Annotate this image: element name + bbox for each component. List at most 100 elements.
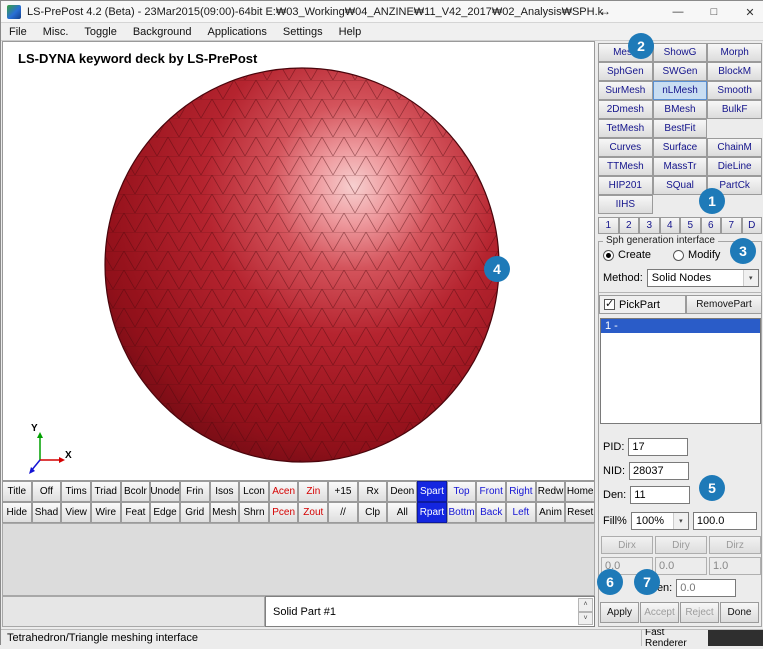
menu-misc[interactable]: Misc. [35,26,77,38]
create-radio[interactable] [603,249,614,261]
apply-button[interactable]: Apply [600,602,639,623]
tb-grid[interactable]: Grid [179,502,210,523]
fill-amount-field[interactable] [692,512,757,530]
tb-top[interactable]: Top [446,481,477,502]
maximize-button[interactable]: □ [706,6,722,18]
tb-anim[interactable]: Anim [535,502,566,523]
page-tab-d[interactable]: D [741,217,762,234]
mesh-btn-iihs[interactable]: IIHS [598,195,653,214]
den-field[interactable] [630,486,691,504]
tb-title[interactable]: Title [2,481,32,502]
tb-left[interactable]: Left [506,502,536,523]
mesh-btn-2dmesh[interactable]: 2Dmesh [598,100,653,119]
page-tab-7[interactable]: 7 [721,217,742,234]
diry-button[interactable]: Diry [655,536,707,554]
tb-bottm[interactable]: Bottm [446,502,477,523]
menu-file[interactable]: File [1,26,35,38]
mesh-btn-squal[interactable]: SQual [652,176,708,195]
mesh-btn-ttmesh[interactable]: TTMesh [598,157,653,176]
mesh-btn-hip201[interactable]: HIP201 [598,176,653,195]
tb-unode[interactable]: Unode [150,481,180,502]
tb-back[interactable]: Back [476,502,507,523]
mesh-btn-bestfit[interactable]: BestFit [652,119,708,138]
mesh-btn-swgen[interactable]: SWGen [652,62,708,81]
minimize-button[interactable]: — [670,6,686,18]
tb-wire[interactable]: Wire [90,502,121,523]
tb-isos[interactable]: Isos [209,481,240,502]
tb-triad[interactable]: Triad [90,481,121,502]
tb-frin[interactable]: Frin [179,481,210,502]
mesh-btn-curves[interactable]: Curves [598,138,653,157]
tb-clp[interactable]: Clp [357,502,388,523]
mesh-btn-surface[interactable]: Surface [652,138,708,157]
mesh-btn-smooth[interactable]: Smooth [707,81,762,100]
reject-button[interactable]: Reject [680,602,719,623]
mesh-btn-nlmesh[interactable]: nLMesh [652,81,708,100]
menu-settings[interactable]: Settings [275,26,331,38]
mesh-btn-surmesh[interactable]: SurMesh [598,81,653,100]
tb-plus15[interactable]: +15 [328,481,358,502]
tb-all[interactable]: All [387,502,418,523]
tb-edge[interactable]: Edge [150,502,180,523]
method-dropdown[interactable]: Solid Nodes ▾ [646,269,759,287]
pickpart-checkbox[interactable] [604,297,615,310]
dirz-field[interactable] [709,557,761,575]
done-button[interactable]: Done [720,602,759,623]
part-selector[interactable]: Solid Part #1 ˄ ˅ [265,596,595,627]
tb-home[interactable]: Home [565,481,595,502]
menu-help[interactable]: Help [331,26,370,38]
pid-field[interactable] [628,438,689,456]
tb-rx[interactable]: Rx [357,481,388,502]
menu-toggle[interactable]: Toggle [76,26,124,38]
tb-deon[interactable]: Deon [387,481,418,502]
dirx-button[interactable]: Dirx [601,536,653,554]
tb-shrn[interactable]: Shrn [239,502,269,523]
tb-acen[interactable]: Acen [268,481,299,502]
removepart-button[interactable]: RemovePart [686,295,762,314]
page-tab-4[interactable]: 4 [659,217,680,234]
tb-bcolr[interactable]: Bcolr [120,481,151,502]
part-list[interactable]: 1 - [600,318,761,424]
spinner-up-icon[interactable]: ˄ [578,598,593,612]
page-tab-5[interactable]: 5 [680,217,701,234]
dirz-button[interactable]: Dirz [709,536,761,554]
mesh-btn-blockm[interactable]: BlockM [707,62,762,81]
mesh-btn-masstr[interactable]: MassTr [652,157,708,176]
mesh-btn-bulkf[interactable]: BulkF [707,100,762,119]
tb-zout[interactable]: Zout [298,502,329,523]
density-field[interactable] [676,579,737,597]
tb-redw[interactable]: Redw [535,481,566,502]
diry-field[interactable] [655,557,707,575]
mesh-btn-showg[interactable]: ShowG [652,43,708,62]
mesh-btn-bmesh[interactable]: BMesh [652,100,708,119]
tb-lcon[interactable]: Lcon [239,481,269,502]
page-tab-3[interactable]: 3 [639,217,660,234]
mesh-btn-chainm[interactable]: ChainM [707,138,762,157]
tb-view[interactable]: View [61,502,91,523]
mesh-btn-sphgen[interactable]: SphGen [598,62,653,81]
page-tab-6[interactable]: 6 [700,217,721,234]
page-tab-1[interactable]: 1 [598,217,619,234]
mesh-btn-morph[interactable]: Morph [707,43,762,62]
tb-reset[interactable]: Reset [565,502,595,523]
tb-shad[interactable]: Shad [31,502,62,523]
tb-tims[interactable]: Tims [61,481,91,502]
fill-dropdown[interactable]: 100% ▾ [630,512,689,530]
tb-rpart[interactable]: Rpart [417,502,447,523]
tb-parallel[interactable]: // [328,502,358,523]
mesh-btn-tetmesh[interactable]: TetMesh [598,119,653,138]
tb-off[interactable]: Off [31,481,62,502]
tb-hide[interactable]: Hide [2,502,32,523]
tb-mesh[interactable]: Mesh [209,502,240,523]
mesh-btn-dieline[interactable]: DieLine [707,157,762,176]
tb-front[interactable]: Front [476,481,507,502]
tb-spart[interactable]: Spart [417,481,447,502]
menu-background[interactable]: Background [125,26,200,38]
tb-zin[interactable]: Zin [298,481,329,502]
page-tab-2[interactable]: 2 [618,217,639,234]
nid-field[interactable] [629,462,689,480]
part-list-item[interactable]: 1 - [601,319,760,333]
tb-pcen[interactable]: Pcen [268,502,299,523]
tb-right[interactable]: Right [506,481,536,502]
accept-button[interactable]: Accept [640,602,679,623]
